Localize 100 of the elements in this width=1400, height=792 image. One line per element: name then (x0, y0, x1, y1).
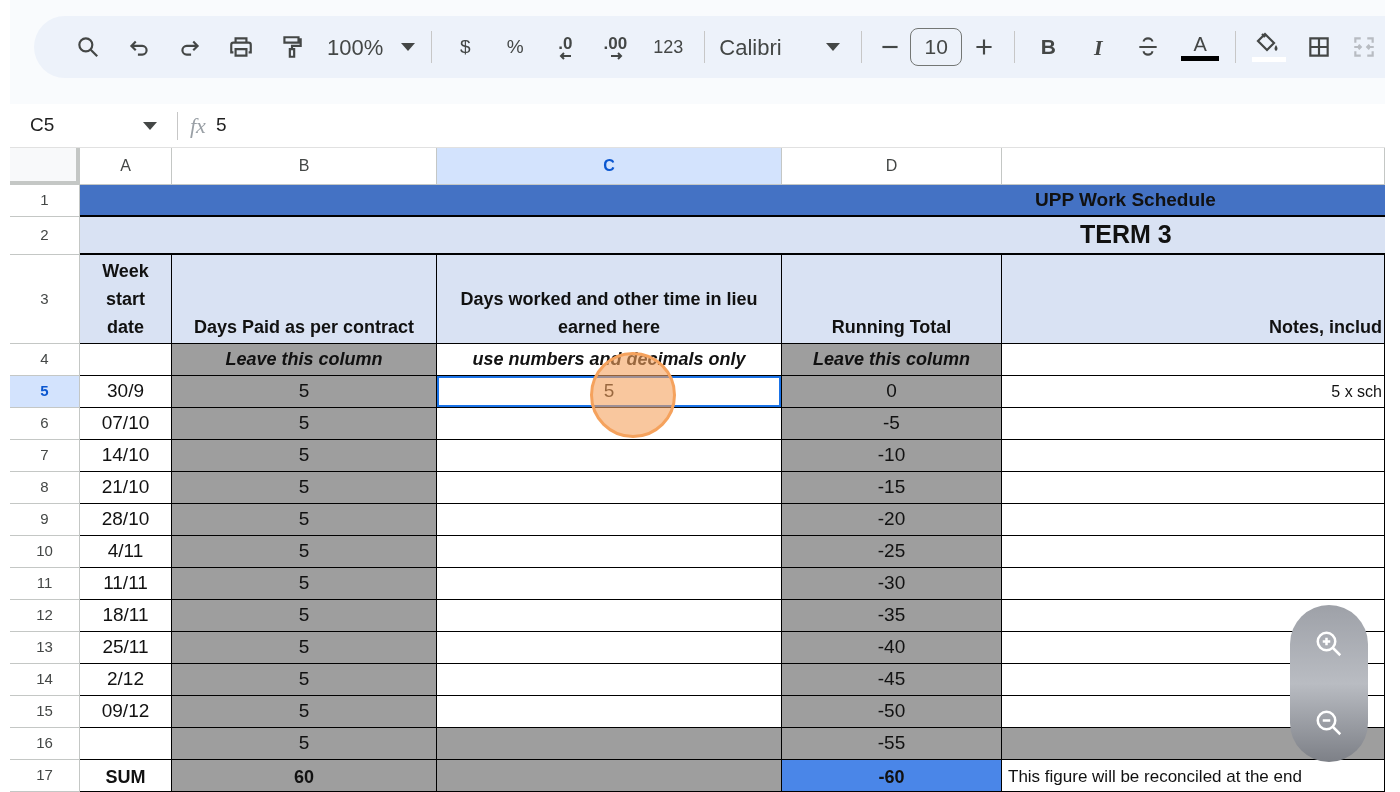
table-cell[interactable]: -20 (782, 504, 1002, 536)
table-cell[interactable]: -15 (782, 472, 1002, 504)
table-cell[interactable] (437, 600, 782, 632)
row-header[interactable]: 16 (10, 728, 80, 760)
table-cell[interactable]: -30 (782, 568, 1002, 600)
table-cell[interactable]: -10 (782, 440, 1002, 472)
decrease-decimal-button[interactable]: .0 (540, 27, 591, 67)
table-cell[interactable]: 5 (172, 728, 437, 760)
dropdown-caret-icon[interactable] (401, 43, 416, 51)
font-size-field[interactable]: 10 (910, 28, 963, 66)
table-cell[interactable] (1002, 472, 1385, 504)
row-header[interactable]: 10 (10, 536, 80, 568)
table-cell[interactable]: SUM (80, 760, 172, 792)
table-cell[interactable]: 21/10 (80, 472, 172, 504)
table-cell[interactable] (1002, 568, 1385, 600)
table-cell[interactable]: 5 (172, 600, 437, 632)
table-cell[interactable]: 5 (172, 376, 437, 408)
table-cell[interactable] (437, 568, 782, 600)
table-cell[interactable]: This figure will be reconciled at the end (1002, 760, 1385, 792)
row-header[interactable]: 9 (10, 504, 80, 536)
table-cell[interactable] (80, 728, 172, 760)
table-cell[interactable] (1002, 408, 1385, 440)
table-cell[interactable]: 5 (172, 440, 437, 472)
table-cell[interactable]: -35 (782, 600, 1002, 632)
table-cell[interactable] (437, 536, 782, 568)
table-cell[interactable] (437, 472, 782, 504)
table-cell[interactable]: Leave this column (782, 344, 1002, 376)
row-header[interactable]: 4 (10, 344, 80, 376)
paint-bucket-icon[interactable] (1250, 31, 1289, 63)
cell-name-box[interactable]: C5 (10, 107, 165, 144)
row-header[interactable]: 2 (10, 217, 80, 255)
row-header[interactable]: 5 (10, 376, 80, 408)
row-header[interactable]: 6 (10, 408, 80, 440)
zoom-select[interactable]: 100% (317, 27, 394, 67)
table-cell[interactable]: -25 (782, 536, 1002, 568)
table-cell[interactable]: 0 (782, 376, 1002, 408)
row-header[interactable]: 15 (10, 696, 80, 728)
table-cell[interactable] (1002, 504, 1385, 536)
table-cell[interactable]: 5 (172, 696, 437, 728)
table-cell[interactable]: 60 (172, 760, 437, 792)
row-header[interactable]: 8 (10, 472, 80, 504)
table-cell[interactable] (80, 344, 172, 376)
table-cell[interactable]: 5 (172, 408, 437, 440)
column-header[interactable]: D (782, 148, 1002, 185)
table-cell[interactable]: 5 (172, 664, 437, 696)
table-cell[interactable]: 14/10 (80, 440, 172, 472)
table-cell[interactable]: 28/10 (80, 504, 172, 536)
table-cell[interactable]: -5 (782, 408, 1002, 440)
table-cell[interactable] (437, 696, 782, 728)
table-cell[interactable] (1002, 344, 1385, 376)
table-cell[interactable] (1002, 536, 1385, 568)
percent-button[interactable]: % (490, 27, 541, 67)
table-cell[interactable]: -40 (782, 632, 1002, 664)
formula-input[interactable]: 5 (215, 111, 227, 140)
row-header[interactable]: 1 (10, 185, 80, 217)
table-cell[interactable] (437, 504, 782, 536)
table-cell[interactable]: 5 (172, 472, 437, 504)
table-cell[interactable] (437, 664, 782, 696)
table-cell[interactable]: 25/11 (80, 632, 172, 664)
table-cell[interactable] (1002, 440, 1385, 472)
row-header[interactable]: 14 (10, 664, 80, 696)
table-cell[interactable]: -55 (782, 728, 1002, 760)
table-cell[interactable]: 07/10 (80, 408, 172, 440)
table-cell[interactable]: 5 (172, 504, 437, 536)
table-cell[interactable] (437, 632, 782, 664)
table-cell[interactable]: 2/12 (80, 664, 172, 696)
italic-button[interactable]: I (1073, 27, 1124, 67)
table-cell[interactable]: -45 (782, 664, 1002, 696)
print-icon[interactable] (227, 34, 254, 60)
font-select[interactable]: Calibri (713, 27, 814, 67)
column-header[interactable]: A (80, 148, 172, 185)
table-cell[interactable] (437, 440, 782, 472)
row-header[interactable]: 3 (10, 255, 80, 344)
table-cell[interactable]: 18/11 (80, 600, 172, 632)
bold-button[interactable]: B (1023, 27, 1074, 67)
table-cell[interactable] (437, 760, 782, 792)
table-cell[interactable]: 5 (172, 568, 437, 600)
row-header[interactable]: 7 (10, 440, 80, 472)
number-format-button[interactable]: 123 (640, 27, 697, 67)
table-cell[interactable]: 30/9 (80, 376, 172, 408)
row-header[interactable]: 12 (10, 600, 80, 632)
table-cell[interactable]: 5 (172, 632, 437, 664)
currency-button[interactable]: $ (440, 27, 491, 67)
row-header[interactable]: 11 (10, 568, 80, 600)
table-cell[interactable]: 5 (172, 536, 437, 568)
column-header[interactable]: B (172, 148, 437, 185)
table-cell[interactable] (437, 408, 782, 440)
row-header[interactable]: 13 (10, 632, 80, 664)
table-cell[interactable]: -60 (782, 760, 1002, 792)
table-cell[interactable]: 5 x sch (1002, 376, 1385, 408)
row-header[interactable]: 17 (10, 760, 80, 792)
column-header[interactable]: C (437, 148, 782, 185)
dropdown-caret-icon[interactable] (826, 43, 841, 51)
table-cell[interactable]: 09/12 (80, 696, 172, 728)
table-cell[interactable] (437, 728, 782, 760)
increase-decimal-button[interactable]: .00 (590, 27, 641, 67)
table-cell[interactable]: 11/11 (80, 568, 172, 600)
table-cell[interactable]: -50 (782, 696, 1002, 728)
text-color-button[interactable]: A (1173, 27, 1228, 67)
table-cell[interactable]: 4/11 (80, 536, 172, 568)
